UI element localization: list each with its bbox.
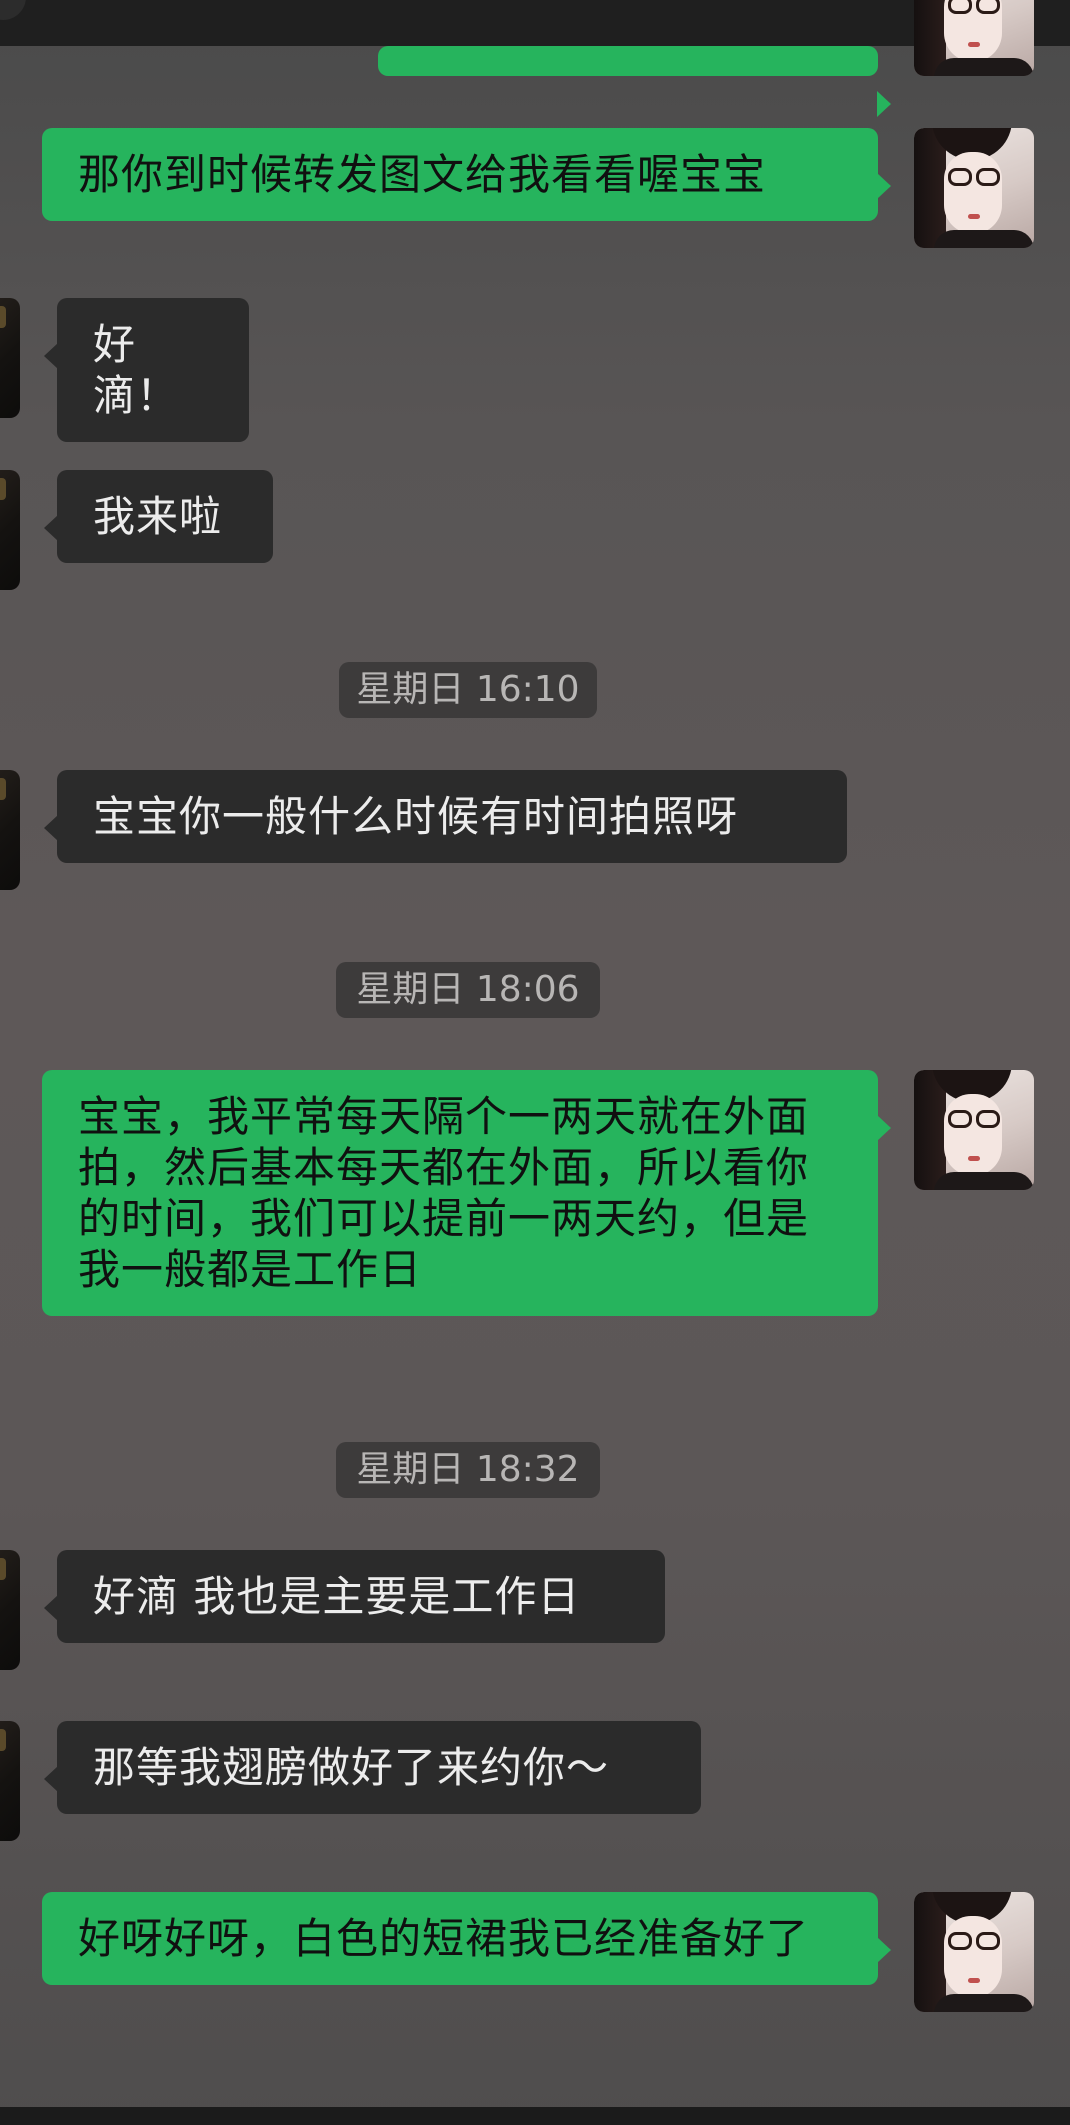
timestamp-pill: 星期日 16:10 xyxy=(339,662,597,718)
timestamp-pill: 星期日 18:06 xyxy=(336,962,600,1018)
timestamp-text: 星期日 18:06 xyxy=(356,969,580,1010)
chat-bubble-incoming[interactable]: 好滴 我也是主要是工作日 xyxy=(44,1550,665,1643)
top-navigation-bar xyxy=(0,0,1070,46)
contact-avatar[interactable] xyxy=(0,470,20,590)
chat-bubble-incoming[interactable]: 我来啦 xyxy=(44,470,273,563)
message-text: 那等我翅膀做好了来约你～ xyxy=(93,1743,610,1792)
chat-bubble-outgoing[interactable]: 那你到时候转发图文给我看看喔宝宝 xyxy=(42,128,891,221)
contact-avatar[interactable] xyxy=(0,770,20,890)
timestamp-text: 星期日 18:32 xyxy=(356,1449,580,1490)
chat-bubble-outgoing[interactable]: 好呀好呀，白色的短裙我已经准备好了 xyxy=(42,1892,891,1985)
my-avatar[interactable] xyxy=(914,1070,1034,1190)
contact-avatar[interactable] xyxy=(0,1721,20,1841)
contact-avatar[interactable] xyxy=(0,298,20,418)
back-button[interactable] xyxy=(0,0,26,20)
my-avatar[interactable] xyxy=(914,1892,1034,2012)
chat-bubble-incoming[interactable]: 宝宝你一般什么时候有时间拍照呀 xyxy=(44,770,847,863)
my-avatar[interactable] xyxy=(914,128,1034,248)
message-text: 好滴 我也是主要是工作日 xyxy=(93,1572,581,1621)
message-text: 那你到时候转发图文给我看看喔宝宝 xyxy=(78,150,767,199)
input-bar[interactable] xyxy=(0,2107,1070,2125)
contact-avatar[interactable] xyxy=(0,1550,20,1670)
my-avatar[interactable] xyxy=(914,0,1034,76)
timestamp-pill: 星期日 18:32 xyxy=(336,1442,600,1498)
message-text: 我来啦 xyxy=(93,492,223,541)
message-text: 好呀好呀，白色的短裙我已经准备好了 xyxy=(78,1914,810,1963)
message-text: 宝宝，我平常每天隔个一两天就在外面拍，然后基本每天都在外面，所以看你的时间，我们… xyxy=(78,1092,810,1294)
chat-bubble-incoming[interactable]: 那等我翅膀做好了来约你～ xyxy=(44,1721,701,1814)
message-text: 好滴！ xyxy=(93,320,180,420)
chat-bubble-incoming[interactable]: 好滴！ xyxy=(44,298,249,442)
chat-bubble-outgoing[interactable]: 宝宝，我平常每天隔个一两天就在外面拍，然后基本每天都在外面，所以看你的时间，我们… xyxy=(42,1070,891,1316)
chat-bubble-outgoing-partial[interactable] xyxy=(378,46,891,117)
timestamp-text: 星期日 16:10 xyxy=(356,669,580,710)
message-text: 宝宝你一般什么时候有时间拍照呀 xyxy=(93,792,739,841)
